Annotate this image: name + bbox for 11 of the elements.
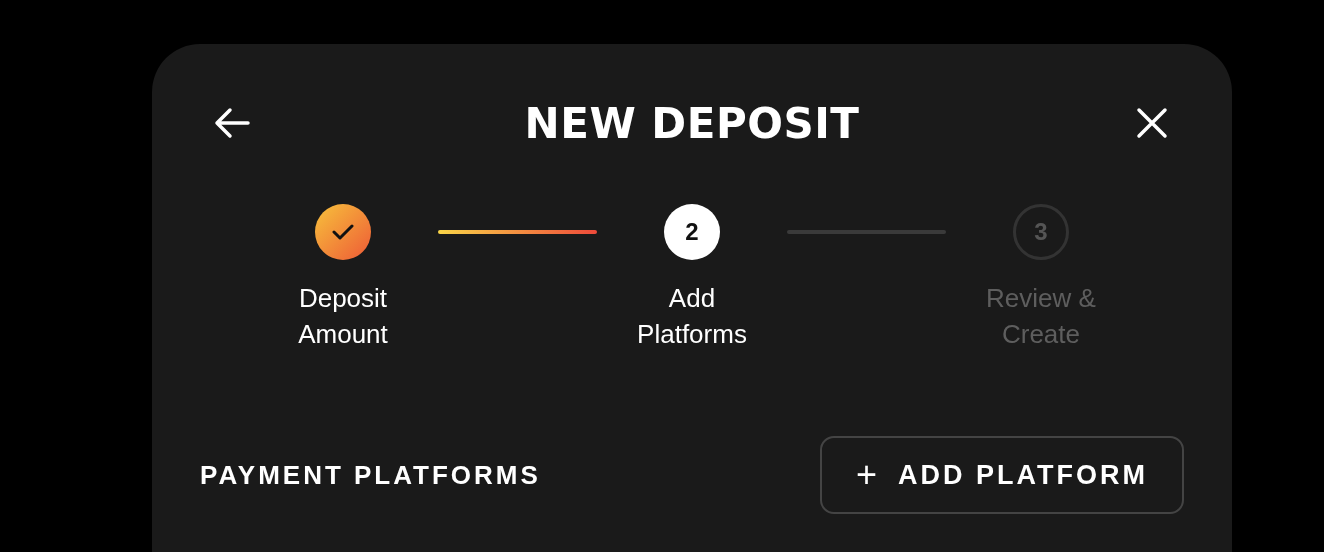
add-platform-button[interactable]: + ADD PLATFORM <box>820 436 1184 514</box>
dialog-title: NEW DEPOSIT <box>524 98 860 148</box>
check-icon <box>332 224 354 240</box>
section-title: PAYMENT PLATFORMS <box>200 459 541 491</box>
arrow-left-icon <box>214 107 250 139</box>
step-circle: 2 <box>664 204 720 260</box>
close-icon <box>1136 107 1168 139</box>
step-label: Deposit Amount <box>297 282 389 351</box>
step-circle: 3 <box>1013 204 1069 260</box>
step-label: Add Platforms <box>636 282 748 351</box>
step-label: Review & Create <box>985 282 1097 351</box>
